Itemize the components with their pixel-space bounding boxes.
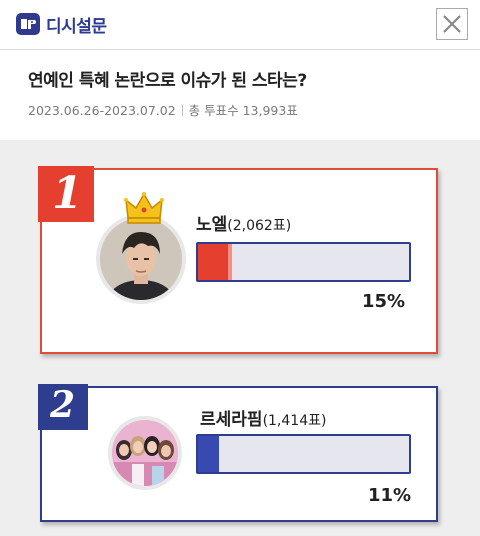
- candidate-votes: (1,414표): [262, 413, 327, 429]
- rank-number: 1: [52, 168, 83, 219]
- close-icon: [443, 15, 461, 33]
- candidate-name: 르세라핌: [200, 410, 263, 430]
- brand-title: 디시설문: [46, 17, 107, 37]
- vote-bar-1: [196, 242, 411, 282]
- vote-bar-fill-1: [198, 244, 232, 280]
- poll-period: 2023.06.26-2023.07.02: [28, 103, 176, 118]
- avatar-lesserafim: [108, 416, 182, 490]
- rank-number: 2: [50, 384, 76, 426]
- header-bar: 디시설문: [0, 0, 480, 50]
- candidate-votes: (2,062표): [227, 218, 292, 234]
- poll-total-votes: 총 투표수 13,993표: [188, 103, 298, 118]
- poll-title: 연예인 특혜 논란으로 이슈가 된 스타는?: [28, 71, 307, 91]
- poll-meta: 2023.06.26-2023.07.02 총 투표수 13,993표: [28, 100, 298, 119]
- vote-percent-1: 15%: [362, 291, 406, 312]
- dc-logo-icon: [16, 13, 40, 35]
- close-button[interactable]: [436, 8, 468, 40]
- meta-divider: [181, 105, 183, 116]
- vote-bar-2: [196, 434, 411, 474]
- vote-percent-2: 11%: [368, 485, 412, 506]
- candidate-name-2: 르세라핌(1,414표): [200, 405, 326, 430]
- avatar-noel: [96, 214, 186, 304]
- vote-bar-fill-2: [198, 436, 220, 472]
- candidate-name-1: 노엘(2,062표): [196, 210, 291, 235]
- candidate-name: 노엘: [196, 215, 228, 235]
- rank-badge-2: 2: [38, 384, 88, 430]
- rank-badge-1: 1: [38, 166, 94, 222]
- crown-icon: [124, 192, 164, 224]
